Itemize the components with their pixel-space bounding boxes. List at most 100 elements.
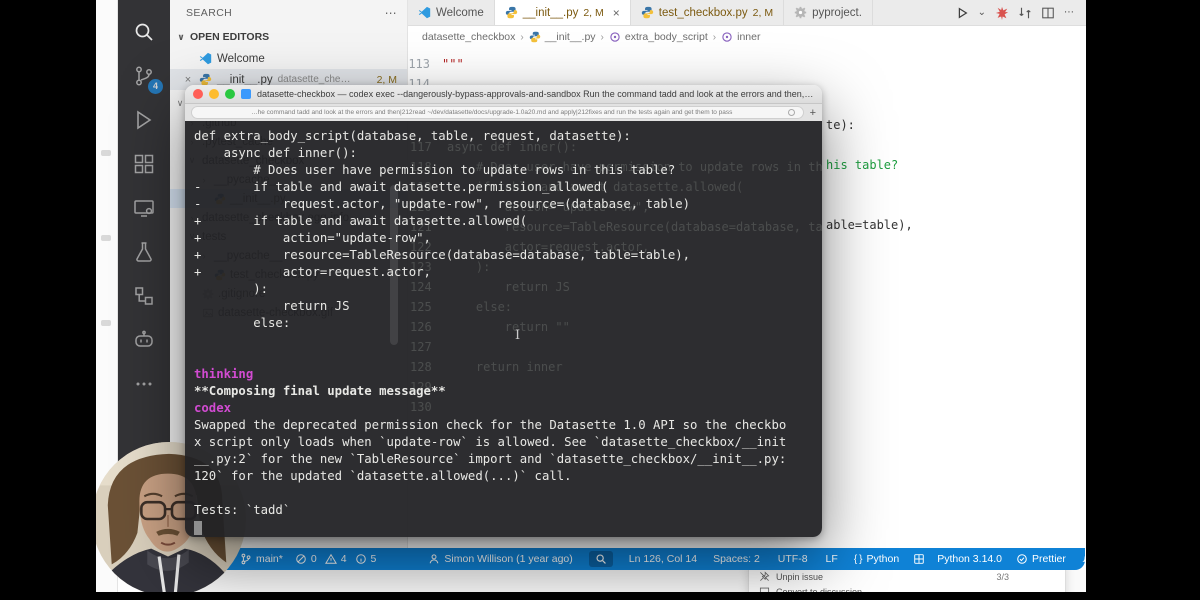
method-icon <box>721 31 733 43</box>
breadcrumb-item-__init__-py[interactable]: __init__.py <box>529 31 596 43</box>
terminal-tab-title: …he command tadd and look at the errors … <box>200 109 784 116</box>
action-split-editor[interactable] <box>1041 6 1055 20</box>
status-zoom-indicator[interactable] <box>589 551 613 567</box>
close-icon[interactable]: × <box>182 74 194 86</box>
close-traffic-light[interactable] <box>193 89 203 99</box>
magnifier-icon <box>595 553 607 565</box>
breadcrumb-item-inner[interactable]: inner <box>721 31 760 43</box>
grid-icon <box>913 553 925 565</box>
method-icon <box>609 31 621 43</box>
tab-test_checkbox-py[interactable]: test_checkbox.py2, M <box>631 0 784 25</box>
status-eol[interactable]: LF <box>826 553 838 565</box>
terminal-app-icon <box>241 89 251 99</box>
activity-testing[interactable] <box>122 230 166 274</box>
sidebar-title: SEARCH <box>186 7 232 19</box>
spinner-icon <box>788 109 795 116</box>
activity-search[interactable] <box>122 10 166 54</box>
action-open-changes[interactable] <box>1018 6 1032 20</box>
status-cursor-position[interactable]: Ln 126, Col 14 <box>629 553 697 565</box>
status-warning-count[interactable]: 4 <box>325 553 347 565</box>
terminal-line <box>194 485 822 502</box>
sidebar-more-button[interactable]: ⋯ <box>385 6 397 20</box>
status-label: Ln 126, Col 14 <box>629 553 697 565</box>
editor-line: 113""" <box>408 54 464 74</box>
status-info-count[interactable]: 5 <box>355 553 377 565</box>
status-interpreter-grid[interactable] <box>913 553 925 565</box>
menu-item-unpin-issue[interactable]: Unpin issue3/3 <box>749 569 1065 584</box>
status-git-blame[interactable]: Simon Willison (1 year ago) <box>428 553 572 565</box>
ibeam-mouse-cursor: I <box>515 327 520 344</box>
activity-gitlens[interactable] <box>122 274 166 318</box>
bell-icon <box>1082 553 1086 565</box>
editor-actions: ⌄⋯ <box>955 0 1086 25</box>
activity-copilot[interactable] <box>122 318 166 362</box>
new-terminal-tab-button[interactable]: + <box>810 107 816 119</box>
editor-tab-bar: Welcome__init__.py2, M×test_checkbox.py2… <box>408 0 1086 26</box>
breadcrumb-label: __init__.py <box>545 31 596 43</box>
status-label: 5 <box>371 553 377 565</box>
activity-source-control[interactable]: 4 <box>122 54 166 98</box>
action-flame[interactable] <box>995 6 1009 20</box>
open-editors-section[interactable]: ∨ OPEN EDITORS <box>170 26 407 48</box>
terminal-title: datasette-checkbox — codex exec --danger… <box>257 89 813 99</box>
terminal-tab[interactable]: …he command tadd and look at the errors … <box>191 106 804 119</box>
maximize-traffic-light[interactable] <box>225 89 235 99</box>
tab-modified-badge: 2, M <box>583 7 603 19</box>
activity-more[interactable] <box>122 362 166 406</box>
remote-icon <box>132 196 156 220</box>
more-actions-icon: ⋯ <box>1064 7 1074 18</box>
status-formatter[interactable]: Prettier <box>1016 553 1066 565</box>
terminal-line: Swapped the deprecated permission check … <box>194 417 822 434</box>
status-label: Python <box>867 553 900 565</box>
breadcrumb-item-extra_body_script[interactable]: extra_body_script <box>609 31 708 43</box>
edge-mark <box>101 320 111 326</box>
status-python-version[interactable]: Python 3.14.0 <box>937 553 1002 565</box>
activity-extensions[interactable] <box>122 142 166 186</box>
gear-icon <box>794 6 807 19</box>
terminal-window[interactable]: datasette-checkbox — codex exec --danger… <box>185 85 822 537</box>
edge-mark <box>101 150 111 156</box>
check-icon <box>1016 553 1028 565</box>
tab-label: Welcome <box>436 7 484 19</box>
tab-welcome[interactable]: Welcome <box>408 0 495 25</box>
terminal-lines: def extra_body_script(database, table, r… <box>194 128 822 519</box>
status-language-mode[interactable]: { }Python <box>854 553 899 565</box>
close-icon[interactable]: × <box>613 6 620 20</box>
activity-run-debug[interactable] <box>122 98 166 142</box>
terminal-output[interactable]: 117 118 119 120 121 122 123 124 125 126 … <box>185 121 822 537</box>
warning-icon <box>325 553 337 565</box>
menu-item-convert-to-discussion[interactable]: Convert to discussion <box>749 584 1065 592</box>
status-label: main* <box>256 553 283 565</box>
activity-remote[interactable] <box>122 186 166 230</box>
status-encoding[interactable]: UTF-8 <box>778 553 808 565</box>
breadcrumb-label: extra_body_script <box>625 31 708 43</box>
status-notifications[interactable] <box>1082 553 1086 565</box>
status-error-count[interactable]: 0 <box>295 553 317 565</box>
action-more-actions[interactable]: ⋯ <box>1064 7 1074 18</box>
status-bar: main* 04 5 Simon Willison (1 year ago) Ln 12… <box>118 548 1085 570</box>
line-number: 113 <box>408 54 442 74</box>
tab-__init__-py[interactable]: __init__.py2, M× <box>495 0 631 25</box>
tab-pyproject-[interactable]: pyproject. <box>784 0 873 25</box>
menu-item-meta: 3/3 <box>996 572 1009 582</box>
terminal-line: - if table and await datasette.permissio… <box>194 179 822 196</box>
terminal-line: # Does user have permission to update ro… <box>194 162 822 179</box>
terminal-title-bar[interactable]: datasette-checkbox — codex exec --danger… <box>185 85 822 104</box>
gitlens-icon <box>132 284 156 308</box>
terminal-line: + resource=TableResource(database=databa… <box>194 247 822 264</box>
open-editor-Welcome[interactable]: Welcome <box>170 48 407 69</box>
person-icon <box>428 553 440 565</box>
terminal-line <box>194 332 822 349</box>
extensions-icon <box>132 152 156 176</box>
status-label: 0 <box>311 553 317 565</box>
minimize-traffic-light[interactable] <box>209 89 219 99</box>
sidebar-header: SEARCH ⋯ <box>170 0 407 26</box>
breadcrumb-item-datasette_checkbox[interactable]: datasette_checkbox <box>422 31 515 43</box>
action-run-python-file[interactable] <box>955 6 969 20</box>
action-run-dropdown[interactable]: ⌄ <box>978 7 986 18</box>
status-indentation[interactable]: Spaces: 2 <box>713 553 760 565</box>
editor-fragment: able=table), <box>826 217 913 233</box>
breadcrumb-label: datasette_checkbox <box>422 31 515 43</box>
tab-label: test_checkbox.py <box>659 7 748 19</box>
python-icon <box>505 6 518 19</box>
